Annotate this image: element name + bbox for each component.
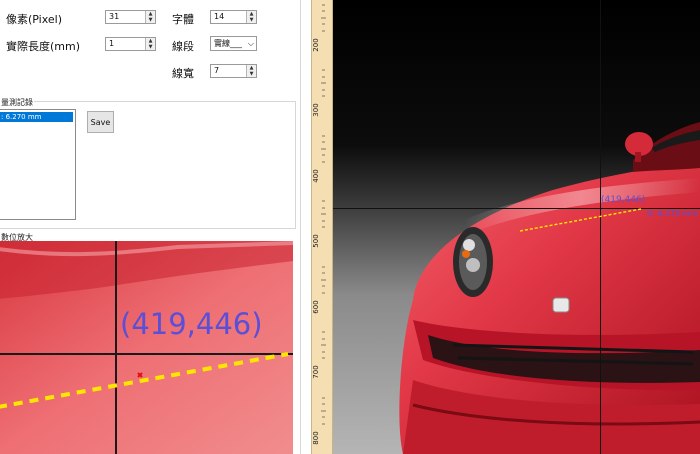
records-list-item[interactable]: : 6.270 mm xyxy=(0,112,73,122)
line-width-label: 線寬 xyxy=(172,67,194,80)
pixel-label: 像素(Pixel) xyxy=(6,13,63,26)
magnifier-coord-text: (419,446) xyxy=(120,307,263,341)
ruler-tick-label: 400 xyxy=(312,169,320,183)
font-label: 字體 xyxy=(172,13,194,26)
vertical-ruler: 200 300 400 500 600 700 800 xyxy=(311,0,333,454)
spin-down-icon[interactable]: ▼ xyxy=(247,17,256,23)
records-title: 量測記錄 xyxy=(0,97,34,108)
save-button[interactable]: Save xyxy=(87,111,114,133)
line-style-dropdown[interactable]: 實線___ ⌵ xyxy=(210,36,257,51)
records-listbox[interactable]: : 6.270 mm xyxy=(0,109,76,220)
pixel-spinbox[interactable]: 31 ▲ ▼ xyxy=(105,10,156,24)
line-style-label: 線段 xyxy=(172,40,194,53)
font-spinner-arrows[interactable]: ▲ ▼ xyxy=(246,11,256,23)
real-length-spinner-arrows[interactable]: ▲ ▼ xyxy=(145,38,155,50)
ruler-tick-label: 500 xyxy=(312,234,320,248)
settings-panel: 像素(Pixel) 31 ▲ ▼ 字體 14 ▲ ▼ 實際長度(mm) 1 ▲ ▼ 線… xyxy=(0,0,300,96)
line-width-spinner-arrows[interactable]: ▲ ▼ xyxy=(246,65,256,77)
line-width-spinbox[interactable]: 7 ▲ ▼ xyxy=(210,64,257,78)
ruler-ticks xyxy=(321,4,326,425)
panel-splitter[interactable] xyxy=(300,0,301,454)
real-length-spinbox[interactable]: 1 ▲ ▼ xyxy=(105,37,156,51)
measurement-label: 0: 6.270 mm xyxy=(647,209,699,218)
spin-down-icon[interactable]: ▼ xyxy=(146,17,155,23)
pixel-spinner-arrows[interactable]: ▲ ▼ xyxy=(145,11,155,23)
pixel-value: 31 xyxy=(109,12,120,21)
ruler-tick-label: 300 xyxy=(312,103,320,117)
line-style-value: 實線___ xyxy=(214,39,242,48)
spin-down-icon[interactable]: ▼ xyxy=(146,44,155,50)
font-size-value: 14 xyxy=(214,12,225,21)
ruler-tick-label: 200 xyxy=(312,38,320,52)
chevron-down-icon[interactable]: ⌵ xyxy=(248,37,254,50)
ruler-tick-label: 800 xyxy=(312,431,320,445)
line-width-value: 7 xyxy=(214,66,220,75)
magnifier-view[interactable]: (419,446) xyxy=(0,241,293,454)
image-canvas[interactable]: (419,446) 0: 6.270 mm xyxy=(333,0,700,454)
ruler-tick-label: 700 xyxy=(312,365,320,379)
image-coord-label: (419,446) xyxy=(601,195,646,205)
font-size-spinbox[interactable]: 14 ▲ ▼ xyxy=(210,10,257,24)
real-length-label: 實際長度(mm) xyxy=(6,40,81,53)
real-length-value: 1 xyxy=(109,39,115,48)
spin-down-icon[interactable]: ▼ xyxy=(247,71,256,77)
ruler-tick-label: 600 xyxy=(312,300,320,314)
